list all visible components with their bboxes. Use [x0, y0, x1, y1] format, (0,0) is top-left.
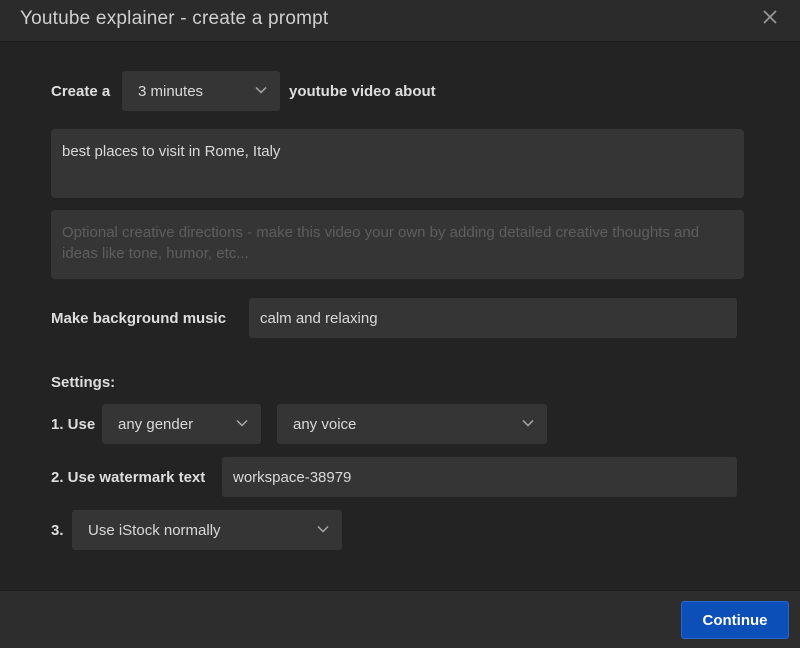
stock-label: 3. — [51, 522, 64, 539]
create-label: Create a — [51, 83, 111, 100]
music-label: Make background music — [51, 310, 227, 327]
dialog-header: Youtube explainer - create a prompt — [0, 0, 800, 42]
close-button[interactable] — [756, 4, 784, 30]
gender-value: any gender — [118, 415, 194, 433]
duration-select[interactable]: 3 minutes — [122, 71, 280, 111]
creative-directions-textarea[interactable]: Optional creative directions - make this… — [51, 210, 744, 279]
chevron-down-icon — [236, 419, 248, 427]
topic-textarea[interactable]: best places to visit in Rome, Italy — [51, 129, 744, 198]
prompt-dialog: Youtube explainer - create a prompt Crea… — [0, 0, 800, 648]
chevron-down-icon — [522, 419, 534, 427]
stock-value: Use iStock normally — [88, 521, 221, 539]
stock-select[interactable]: Use iStock normally — [72, 510, 342, 550]
use-label: 1. Use — [51, 416, 96, 433]
chevron-down-icon — [317, 525, 329, 533]
dialog-title: Youtube explainer - create a prompt — [20, 8, 329, 29]
video-about-label: youtube video about — [289, 83, 436, 100]
settings-heading: Settings: — [51, 374, 116, 391]
duration-value: 3 minutes — [138, 82, 204, 100]
dialog-footer: Continue — [0, 590, 800, 648]
music-input[interactable]: calm and relaxing — [249, 298, 737, 338]
watermark-input[interactable]: workspace-38979 — [222, 457, 737, 497]
voice-select[interactable]: any voice — [277, 404, 547, 444]
watermark-label: 2. Use watermark text — [51, 469, 206, 486]
chevron-down-icon — [255, 86, 267, 94]
voice-value: any voice — [293, 415, 357, 433]
close-icon — [763, 10, 777, 24]
gender-select[interactable]: any gender — [102, 404, 261, 444]
continue-button[interactable]: Continue — [681, 601, 789, 639]
